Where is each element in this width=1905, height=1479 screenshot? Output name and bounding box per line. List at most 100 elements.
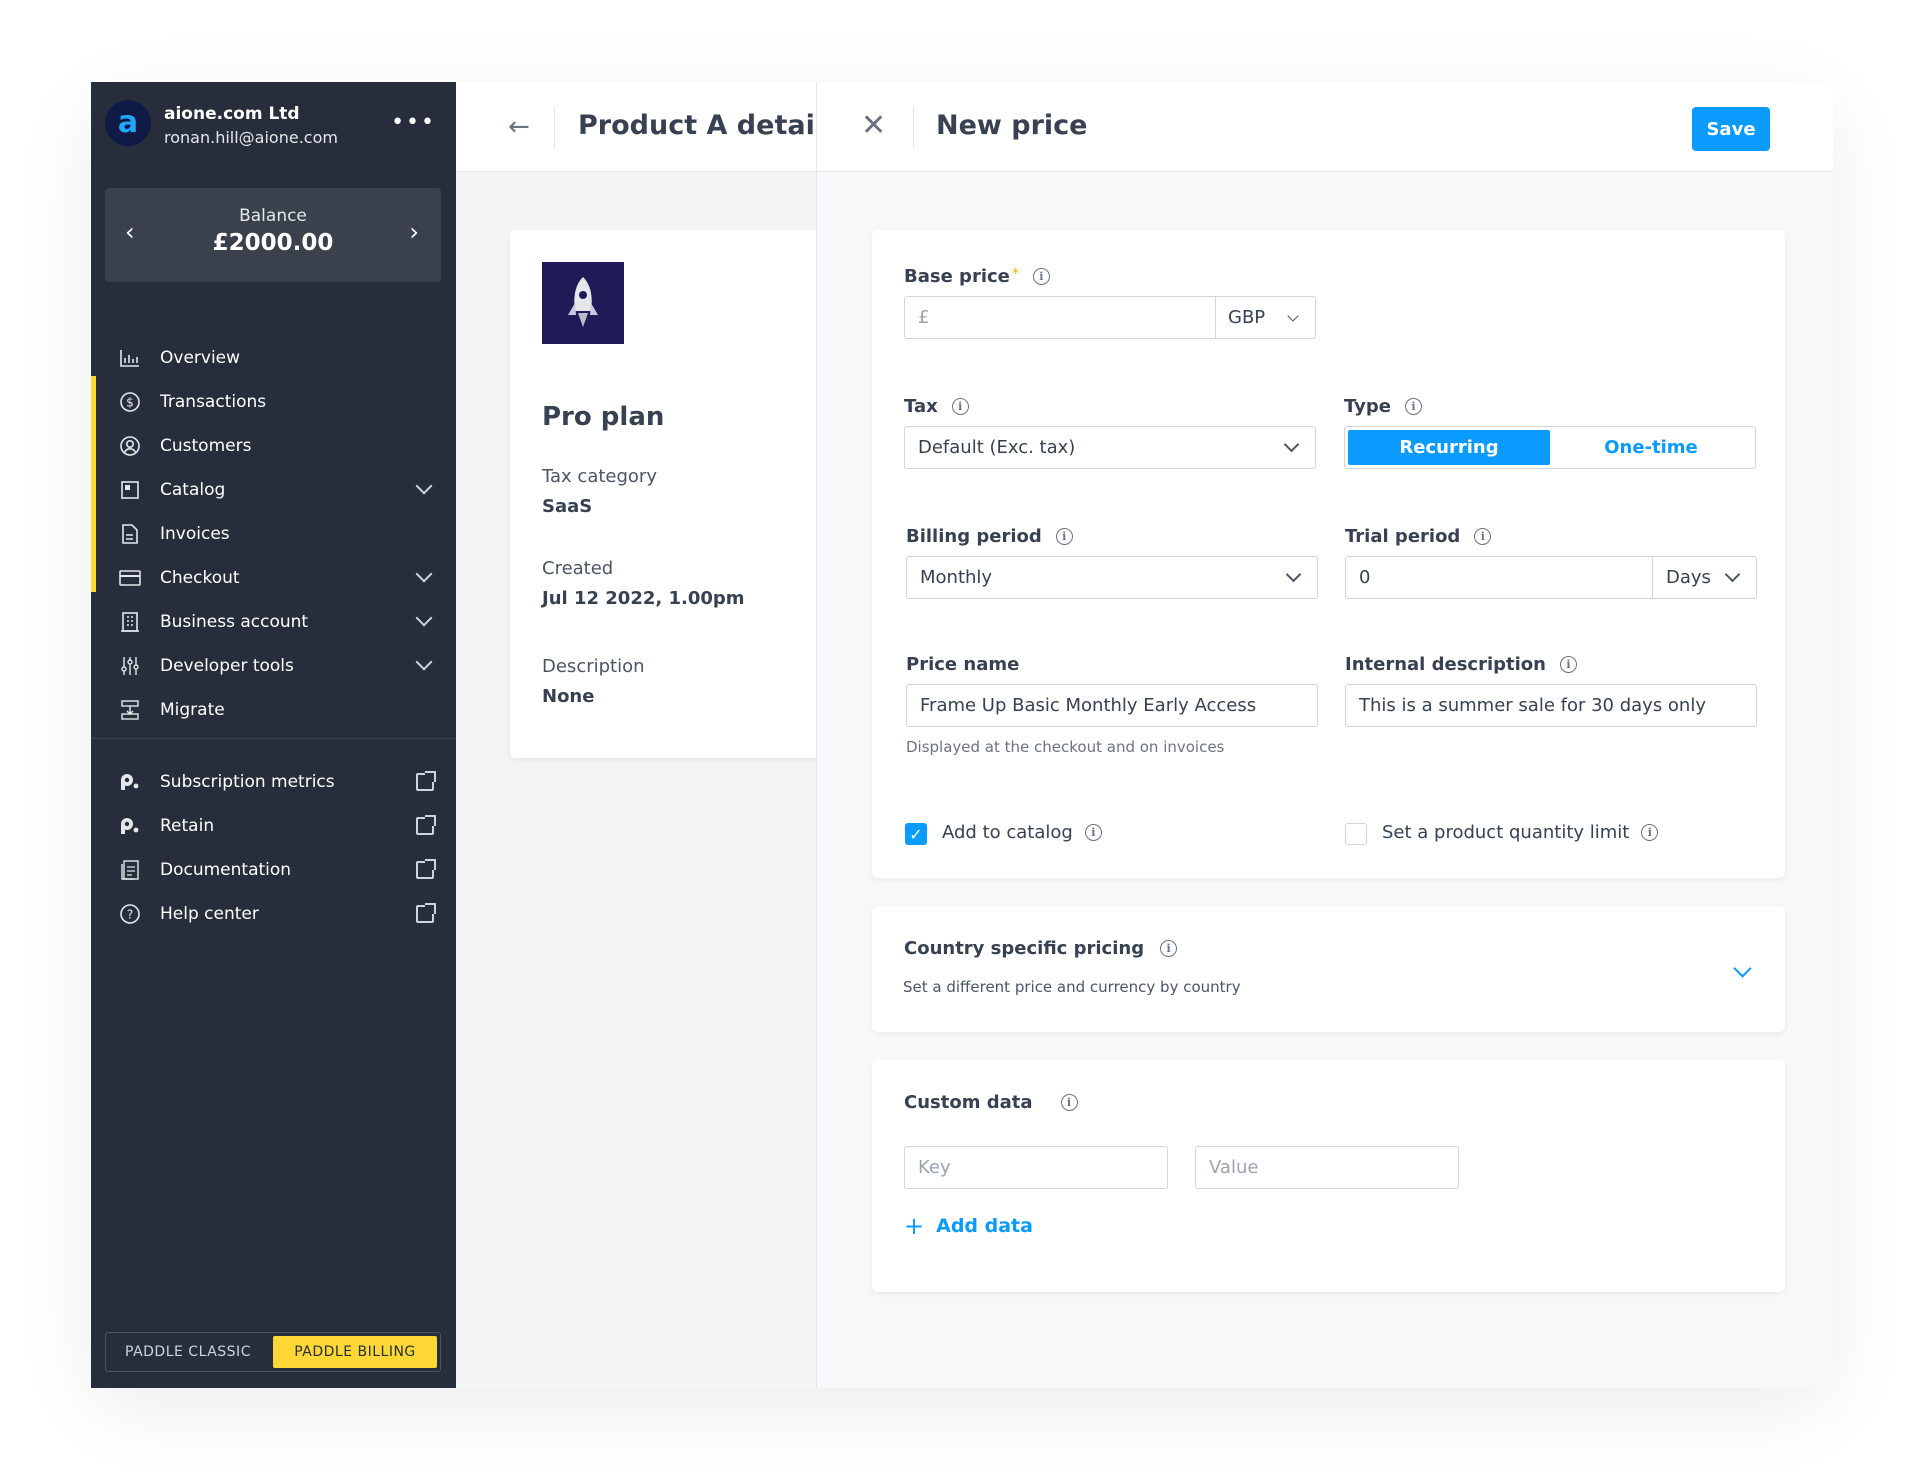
sidebar-item-label: Migrate bbox=[160, 700, 225, 720]
custom-data-key-input[interactable]: Key bbox=[904, 1146, 1168, 1189]
sidebar-item-help-center[interactable]: ? Help center bbox=[91, 894, 456, 934]
arrow-left-icon[interactable]: ← bbox=[508, 112, 530, 142]
account-switcher[interactable]: a aione.com Ltd ronan.hill@aione.com ••• bbox=[105, 94, 456, 154]
sidebar-item-label: Catalog bbox=[160, 480, 226, 500]
balance-label: Balance bbox=[239, 206, 307, 226]
chevron-down-icon[interactable] bbox=[415, 609, 433, 627]
sidebar-item-retain[interactable]: Retain bbox=[91, 806, 456, 846]
quantity-limit-checkbox[interactable] bbox=[1345, 823, 1367, 845]
sidebar-item-catalog[interactable]: Catalog bbox=[91, 470, 456, 510]
page-title: Product A details bbox=[578, 110, 841, 141]
sidebar-item-customers[interactable]: Customers bbox=[91, 426, 456, 466]
price-name-input[interactable]: Frame Up Basic Monthly Early Access bbox=[906, 684, 1318, 727]
trial-period-input[interactable]: 0 Days bbox=[1345, 556, 1757, 599]
type-recurring-option[interactable]: Recurring bbox=[1348, 430, 1550, 465]
save-button[interactable]: Save bbox=[1692, 107, 1770, 151]
external-link-icon[interactable] bbox=[416, 903, 436, 923]
sidebar-item-label: Help center bbox=[160, 904, 259, 924]
created-value: Jul 12 2022, 1.00pm bbox=[542, 588, 745, 609]
sidebar-item-overview[interactable]: Overview bbox=[91, 338, 456, 378]
sidebar-item-migrate[interactable]: Migrate bbox=[91, 690, 456, 730]
sidebar-item-label: Invoices bbox=[160, 524, 230, 544]
card-icon bbox=[119, 567, 141, 589]
chevron-down-icon[interactable] bbox=[415, 565, 433, 583]
chart-icon bbox=[119, 347, 141, 369]
type-label: Type i bbox=[1344, 396, 1422, 417]
country-pricing-card[interactable]: Country specific pricing i Set a differen… bbox=[872, 906, 1785, 1032]
add-to-catalog-label: Add to catalog i bbox=[942, 822, 1102, 843]
paddle-classic-option[interactable]: PADDLE CLASSIC bbox=[106, 1333, 270, 1371]
trial-unit-select[interactable]: Days bbox=[1666, 567, 1711, 588]
migrate-icon bbox=[119, 699, 141, 721]
sidebar-item-subscription-metrics[interactable]: Subscription metrics bbox=[91, 762, 456, 802]
sidebar-item-documentation[interactable]: Documentation bbox=[91, 850, 456, 890]
account-name: aione.com Ltd bbox=[164, 104, 300, 124]
close-icon[interactable]: ✕ bbox=[861, 108, 886, 143]
description-label: Description bbox=[542, 656, 645, 677]
base-price-input[interactable]: £ GBP bbox=[904, 296, 1316, 339]
base-price-label: Base price * i bbox=[904, 266, 1050, 287]
catalog-icon bbox=[119, 479, 141, 501]
billing-period-label: Billing period i bbox=[906, 526, 1073, 547]
info-icon[interactable]: i bbox=[1404, 398, 1422, 415]
plan-name: Pro plan bbox=[542, 402, 665, 432]
chevron-down-icon[interactable] bbox=[415, 477, 433, 495]
info-icon[interactable]: i bbox=[1641, 824, 1659, 841]
external-link-icon[interactable] bbox=[416, 771, 436, 791]
product-image bbox=[542, 262, 624, 344]
info-icon[interactable]: i bbox=[1474, 528, 1492, 545]
sidebar-item-developer-tools[interactable]: Developer tools bbox=[91, 646, 456, 686]
new-price-panel: ✕ New price Save Base price * i £ GBP Tax i… bbox=[816, 82, 1833, 1388]
tax-select[interactable]: Default (Exc. tax) bbox=[904, 426, 1316, 469]
trial-period-label: Trial period i bbox=[1345, 526, 1492, 547]
profitwell-icon bbox=[119, 771, 141, 793]
svg-text:?: ? bbox=[127, 908, 133, 922]
info-icon[interactable]: i bbox=[1060, 1094, 1078, 1111]
billing-period-select[interactable]: Monthly bbox=[906, 556, 1318, 599]
info-icon[interactable]: i bbox=[1160, 940, 1178, 957]
sidebar-item-label: Transactions bbox=[160, 392, 267, 412]
tax-label: Tax i bbox=[904, 396, 969, 417]
account-email: ronan.hill@aione.com bbox=[164, 128, 338, 147]
dollar-circle-icon: $ bbox=[119, 391, 141, 413]
header-divider bbox=[554, 106, 555, 148]
country-pricing-subtitle: Set a different price and currency by co… bbox=[903, 978, 1241, 996]
app: a aione.com Ltd ronan.hill@aione.com •••… bbox=[91, 82, 1833, 1388]
docs-icon bbox=[119, 859, 141, 881]
sidebar-item-label: Checkout bbox=[160, 568, 240, 588]
sidebar-item-invoices[interactable]: Invoices bbox=[91, 514, 456, 554]
new-price-header: ✕ New price Save bbox=[817, 82, 1833, 172]
add-data-button[interactable]: + Add data bbox=[904, 1212, 1033, 1240]
sidebar-item-transactions[interactable]: $ Transactions bbox=[91, 382, 456, 422]
custom-data-card: Custom data i Key Value + Add data bbox=[872, 1060, 1785, 1292]
type-one-time-option[interactable]: One-time bbox=[1550, 430, 1752, 465]
external-link-icon[interactable] bbox=[416, 859, 436, 879]
info-icon[interactable]: i bbox=[951, 398, 969, 415]
add-to-catalog-checkbox[interactable]: ✓ bbox=[905, 823, 927, 845]
info-icon[interactable]: i bbox=[1559, 656, 1577, 673]
custom-data-label: Custom data i bbox=[904, 1092, 1078, 1113]
more-icon[interactable]: ••• bbox=[391, 110, 436, 135]
external-link-icon[interactable] bbox=[416, 815, 436, 835]
sidebar-item-checkout[interactable]: Checkout bbox=[91, 558, 456, 598]
info-icon[interactable]: i bbox=[1055, 528, 1073, 545]
currency-select[interactable]: GBP bbox=[1228, 307, 1265, 328]
quantity-limit-label: Set a product quantity limit i bbox=[1382, 822, 1659, 843]
sidebar-item-label: Retain bbox=[160, 816, 215, 836]
chevron-right-icon[interactable]: › bbox=[409, 218, 419, 246]
chevron-down-icon bbox=[1283, 436, 1300, 453]
internal-description-input[interactable]: This is a summer sale for 30 days only bbox=[1345, 684, 1757, 727]
price-form-card: Base price * i £ GBP Tax i Default (Exc. ta… bbox=[872, 230, 1785, 878]
product-header: ← Product A details bbox=[456, 82, 840, 172]
sidebar-item-business-account[interactable]: Business account bbox=[91, 602, 456, 642]
custom-data-value-input[interactable]: Value bbox=[1195, 1146, 1459, 1189]
document-icon bbox=[119, 523, 141, 545]
chevron-down-icon[interactable] bbox=[1733, 959, 1752, 978]
price-name-label: Price name bbox=[906, 654, 1020, 675]
chevron-down-icon[interactable] bbox=[415, 653, 433, 671]
sidebar-item-label: Overview bbox=[160, 348, 241, 368]
info-icon[interactable]: i bbox=[1032, 268, 1050, 285]
info-icon[interactable]: i bbox=[1084, 824, 1102, 841]
balance-card: ‹ Balance £2000.00 › bbox=[105, 188, 441, 282]
paddle-billing-option[interactable]: PADDLE BILLING bbox=[273, 1336, 437, 1368]
